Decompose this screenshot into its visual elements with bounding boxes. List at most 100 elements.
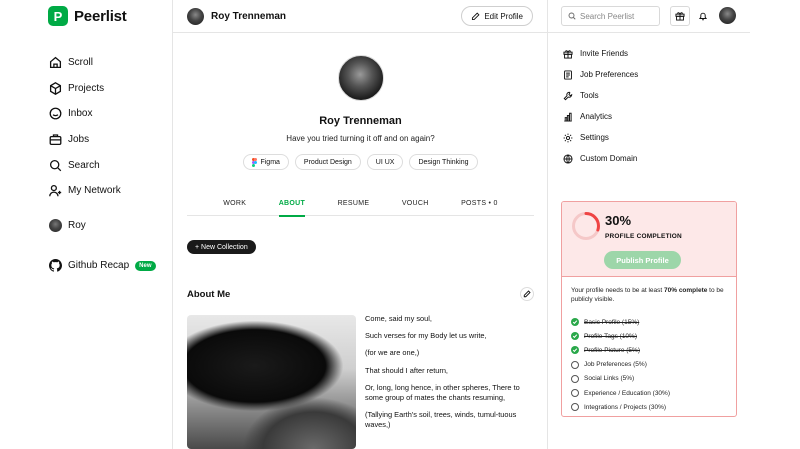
bell-icon[interactable] xyxy=(698,11,708,21)
right-panel: Search Peerlist Invite Friends Job Prefe… xyxy=(548,0,800,449)
inbox-icon xyxy=(49,108,62,120)
tab-vouch[interactable]: VOUCH xyxy=(402,194,429,216)
new-badge: New xyxy=(135,260,156,271)
about-text: Come, said my soul, Such verses for my B… xyxy=(365,314,535,438)
empty-circle-icon xyxy=(571,360,579,369)
progress-ring xyxy=(572,212,600,240)
completion-header: 30% PROFILE COMPLETION Publish Profile xyxy=(562,202,736,277)
avatar xyxy=(187,7,204,25)
completion-message-pre: Your profile needs to be at least xyxy=(571,287,664,294)
sidebar-item-projects[interactable]: Projects xyxy=(49,76,121,102)
checklist-label: Basic Profile (15%) xyxy=(584,318,640,326)
settings-menu: Invite Friends Job Preferences Tools Ana… xyxy=(563,43,638,169)
publish-profile-button[interactable]: Publish Profile xyxy=(604,251,681,269)
profile-bio: Have you tried turning it off and on aga… xyxy=(286,134,435,143)
menu-item-custom-domain[interactable]: Custom Domain xyxy=(563,148,638,169)
search-input[interactable]: Search Peerlist xyxy=(561,6,660,26)
menu-item-label: Custom Domain xyxy=(580,154,638,163)
avatar[interactable] xyxy=(719,7,736,24)
menu-item-invite-friends[interactable]: Invite Friends xyxy=(563,43,638,64)
empty-circle-icon xyxy=(571,374,579,383)
checklist-item[interactable]: Profile Tags (10%) xyxy=(571,329,727,343)
checklist-label: Social Links (5%) xyxy=(584,375,635,383)
gift-button[interactable] xyxy=(670,6,690,26)
about-line: That should I after return, xyxy=(365,365,448,375)
edit-profile-label: Edit Profile xyxy=(484,11,523,21)
check-circle-icon xyxy=(571,318,579,327)
checklist-label: Profile Tags (10%) xyxy=(584,332,637,340)
skill-tag-ui-ux[interactable]: UI UX xyxy=(366,154,404,170)
checklist-item[interactable]: Integrations / Projects (30%) xyxy=(571,400,727,414)
menu-item-label: Settings xyxy=(580,133,609,142)
sidebar-item-user[interactable]: Roy xyxy=(49,219,86,232)
tab-posts[interactable]: POSTS • 0 xyxy=(461,194,498,216)
tab-resume[interactable]: RESUME xyxy=(338,194,370,216)
sidebar-item-inbox[interactable]: Inbox xyxy=(49,101,121,127)
skill-tags: Figma Product Design UI UX Design Thinki… xyxy=(173,154,548,170)
checklist-item[interactable]: Profile Picture (5%) xyxy=(571,343,727,357)
peerlist-logo[interactable]: P Peerlist xyxy=(48,6,127,26)
sidebar-item-label: Search xyxy=(68,159,100,171)
checklist-label: Job Preferences (5%) xyxy=(584,361,647,369)
github-icon xyxy=(49,259,62,272)
edit-about-button[interactable] xyxy=(520,287,534,301)
sidebar-item-jobs[interactable]: Jobs xyxy=(49,127,121,153)
empty-circle-icon xyxy=(571,403,579,412)
skill-tag-product-design[interactable]: Product Design xyxy=(294,154,361,170)
logo-mark-icon: P xyxy=(48,6,68,26)
menu-item-tools[interactable]: Tools xyxy=(563,85,638,106)
completion-percent: 30% xyxy=(605,213,632,228)
new-collection-button[interactable]: + New Collection xyxy=(187,240,256,254)
sidebar-item-label: My Network xyxy=(68,185,121,197)
checklist-item[interactable]: Basic Profile (15%) xyxy=(571,315,727,329)
pencil-icon xyxy=(523,290,531,298)
completion-message: Your profile needs to be at least 70% co… xyxy=(571,286,727,304)
sidebar-item-my-network[interactable]: My Network xyxy=(49,178,121,204)
wrench-icon xyxy=(563,91,573,100)
header-name: Roy Trenneman xyxy=(211,10,287,22)
profile-photo[interactable] xyxy=(338,55,384,101)
briefcase-icon xyxy=(49,134,62,146)
sidebar-item-scroll[interactable]: Scroll xyxy=(49,50,121,76)
about-photo xyxy=(187,315,356,449)
sidebar-user-label: Roy xyxy=(68,220,86,231)
edit-profile-button[interactable]: Edit Profile xyxy=(461,6,533,26)
about-title: About Me xyxy=(187,289,231,300)
about-line: (for we are one,) xyxy=(365,348,420,358)
menu-item-analytics[interactable]: Analytics xyxy=(563,106,638,127)
menu-item-label: Tools xyxy=(580,91,599,100)
gift-icon xyxy=(675,12,685,21)
sidebar-item-label: Projects xyxy=(68,82,105,94)
checklist-label: Integrations / Projects (30%) xyxy=(584,403,667,411)
empty-circle-icon xyxy=(571,389,579,398)
skill-tag-figma[interactable]: Figma xyxy=(243,154,289,170)
about-line: (Tallying Earth's soil, trees, winds, tu… xyxy=(365,410,517,430)
skill-label: UI UX xyxy=(375,158,395,166)
about-line: Come, said my soul, xyxy=(365,314,432,323)
menu-item-job-preferences[interactable]: Job Preferences xyxy=(563,64,638,85)
tab-about[interactable]: ABOUT xyxy=(278,194,306,217)
completion-label: PROFILE COMPLETION xyxy=(605,233,682,240)
checklist-item[interactable]: Experience / Education (30%) xyxy=(571,386,727,400)
checklist-item[interactable]: Job Preferences (5%) xyxy=(571,358,727,372)
divider xyxy=(548,32,750,33)
sidebar-nav: Scroll Projects Inbox Jobs Search My Net… xyxy=(49,50,121,204)
menu-item-label: Job Preferences xyxy=(580,70,639,79)
avatar xyxy=(49,219,62,232)
sidebar-item-label: Jobs xyxy=(68,134,90,146)
bar-chart-icon xyxy=(564,112,572,122)
sidebar-item-github-recap[interactable]: Github Recap New xyxy=(49,259,156,272)
search-icon xyxy=(568,12,576,20)
skill-tag-design-thinking[interactable]: Design Thinking xyxy=(409,154,478,170)
menu-item-label: Invite Friends xyxy=(580,49,629,58)
skill-label: Figma xyxy=(260,158,280,166)
checklist-item[interactable]: Social Links (5%) xyxy=(571,372,727,386)
completion-body: Your profile needs to be at least 70% co… xyxy=(562,277,736,414)
gift-icon xyxy=(563,49,573,59)
tab-work[interactable]: WORK xyxy=(223,194,246,216)
profile-tabs: WORK ABOUT RESUME VOUCH POSTS • 0 xyxy=(187,194,534,217)
sidebar-item-search[interactable]: Search xyxy=(49,152,121,178)
pencil-icon xyxy=(472,11,480,20)
sidebar-item-label: Scroll xyxy=(68,57,94,69)
menu-item-settings[interactable]: Settings xyxy=(563,127,638,148)
